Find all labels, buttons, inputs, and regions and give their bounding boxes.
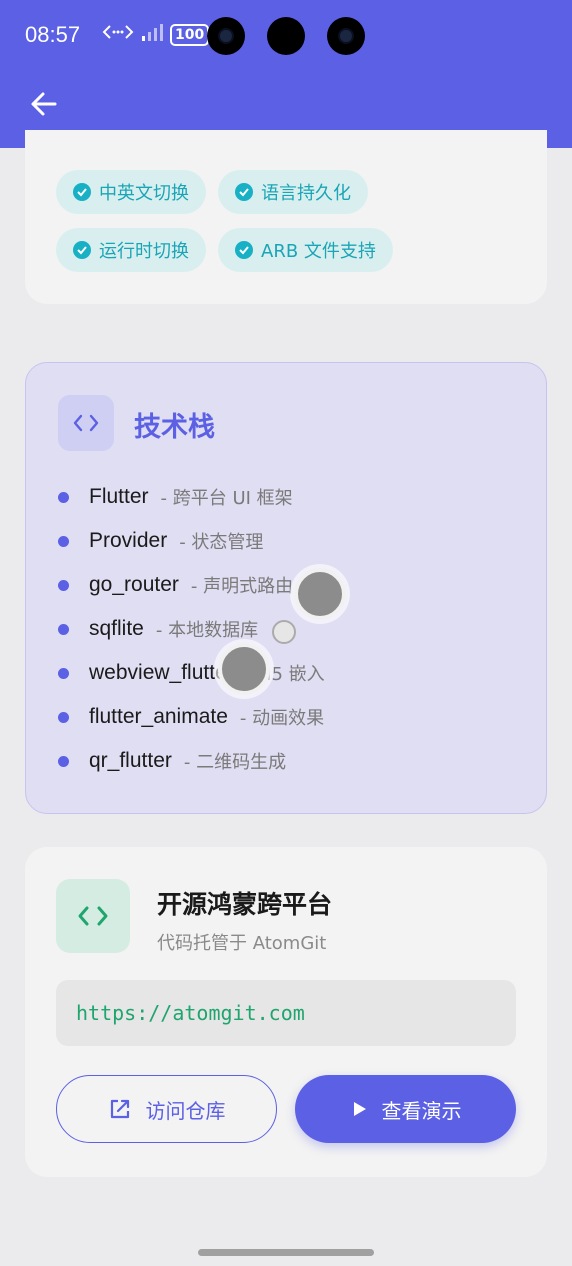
visit-repo-button[interactable]: 访问仓库 <box>56 1075 277 1143</box>
tech-desc: - 本地数据库 <box>155 620 259 641</box>
feature-chips: 中英文切换 语言持久化 运行时切换 ARB 文件支持 <box>56 170 476 272</box>
status-icons: 100 <box>102 22 210 47</box>
tech-desc: - 跨平台 UI 框架 <box>160 488 293 509</box>
data-transfer-icon <box>102 22 134 47</box>
bullet-dot <box>58 711 69 723</box>
app-header: 08:57 100 <box>0 0 572 148</box>
bullet-dot <box>58 623 69 635</box>
code-icon <box>58 395 114 451</box>
tech-name: sqflite <box>89 617 144 640</box>
bullet-dot <box>58 535 69 547</box>
feature-chip: 中英文切换 <box>56 170 206 214</box>
tech-desc: - 声明式路由 <box>190 576 294 597</box>
bullet-dot <box>58 667 69 679</box>
list-item: flutter_animate - 动画效果 <box>58 695 325 739</box>
tech-desc: - 动画效果 <box>239 708 325 729</box>
visit-repo-label: 访问仓库 <box>145 1098 226 1123</box>
list-item: webview_flutter - H5 嵌入 <box>58 651 325 695</box>
tech-name: webview_flutter <box>89 661 234 684</box>
tech-name: go_router <box>89 573 179 596</box>
back-button[interactable] <box>26 86 62 122</box>
status-time: 08:57 <box>25 22 81 47</box>
code-icon <box>56 879 130 953</box>
list-item: Flutter - 跨平台 UI 框架 <box>58 475 325 519</box>
feature-chip-label: 运行时切换 <box>99 241 189 262</box>
repo-title: 开源鸿蒙跨平台 <box>157 890 333 919</box>
tech-desc: - 二维码生成 <box>183 752 287 773</box>
features-card: 中英文切换 语言持久化 运行时切换 ARB 文件支持 <box>25 130 547 304</box>
camera-icon <box>207 17 245 55</box>
feature-chip: 语言持久化 <box>218 170 368 214</box>
bullet-dot <box>58 755 69 767</box>
camera-icon <box>327 17 365 55</box>
touch-indicator <box>294 568 346 620</box>
check-circle-icon <box>235 183 253 201</box>
touch-indicator <box>272 620 296 644</box>
repo-card: 开源鸿蒙跨平台 代码托管于 AtomGit https://atomgit.co… <box>25 847 547 1177</box>
home-indicator[interactable] <box>198 1249 374 1256</box>
feature-chip-label: ARB 文件支持 <box>261 241 376 262</box>
list-item: qr_flutter - 二维码生成 <box>58 739 325 783</box>
arrow-left-icon <box>31 92 57 116</box>
camera-icon <box>267 17 305 55</box>
external-link-icon <box>110 1099 129 1119</box>
check-circle-icon <box>73 183 91 201</box>
tech-desc: - 状态管理 <box>179 532 264 553</box>
feature-chip: ARB 文件支持 <box>218 228 393 272</box>
tech-stack-title: 技术栈 <box>134 412 215 443</box>
check-circle-icon <box>73 241 91 259</box>
repo-url-box[interactable]: https://atomgit.com <box>56 980 516 1046</box>
view-demo-label: 查看演示 <box>381 1098 462 1123</box>
feature-chip: 运行时切换 <box>56 228 206 272</box>
tech-name: Provider <box>89 529 168 552</box>
view-demo-button[interactable]: 查看演示 <box>295 1075 516 1143</box>
bullet-dot <box>58 491 69 503</box>
bullet-dot <box>58 579 69 591</box>
tech-name: qr_flutter <box>89 749 172 772</box>
repo-url: https://atomgit.com <box>76 1001 305 1025</box>
play-icon <box>353 1102 366 1116</box>
touch-indicator <box>218 643 270 695</box>
feature-chip-label: 语言持久化 <box>261 183 351 204</box>
repo-subtitle: 代码托管于 AtomGit <box>157 933 327 954</box>
signal-icon <box>140 22 164 47</box>
list-item: go_router - 声明式路由 <box>58 563 325 607</box>
tech-stack-card: 技术栈 Flutter - 跨平台 UI 框架 Provider - 状态管理 go… <box>25 362 547 814</box>
battery-icon: 100 <box>170 23 210 46</box>
check-circle-icon <box>235 241 253 259</box>
list-item: Provider - 状态管理 <box>58 519 325 563</box>
tech-name: flutter_animate <box>89 705 228 728</box>
tech-name: Flutter <box>89 485 149 508</box>
feature-chip-label: 中英文切换 <box>99 183 189 204</box>
